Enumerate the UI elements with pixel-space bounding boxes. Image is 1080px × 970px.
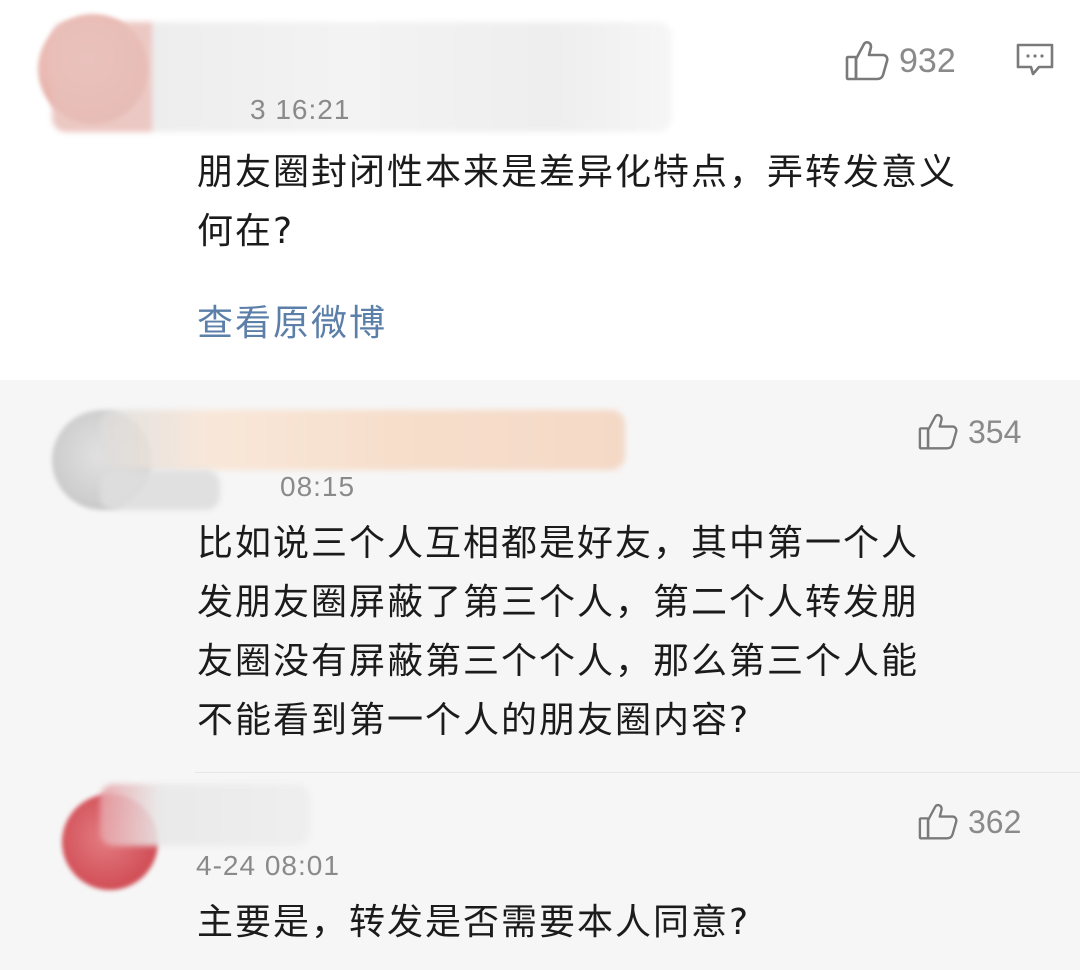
view-original-link[interactable]: 查看原微博 xyxy=(197,294,387,346)
content-line: 主要是，转发是否需要本人同意? xyxy=(197,902,751,943)
username-blurred[interactable] xyxy=(100,784,310,846)
content-line: 不能看到第一个人的朋友圈内容? xyxy=(197,700,751,741)
thumbs-up-icon xyxy=(918,413,958,450)
like-button[interactable]: 932 xyxy=(845,40,956,82)
reply-time: 08:15 xyxy=(280,471,356,502)
thumbs-up-icon xyxy=(845,41,889,81)
content-line: 何在? xyxy=(197,211,295,252)
comment-bubble-icon[interactable] xyxy=(1015,42,1055,82)
comment-time: 3 16:21 xyxy=(250,94,351,125)
like-count: 932 xyxy=(899,41,956,80)
username-blurred[interactable] xyxy=(52,22,672,132)
like-button[interactable]: 354 xyxy=(918,413,1021,451)
like-button[interactable]: 362 xyxy=(918,803,1021,841)
content-line: 友圈没有屏蔽第三个个人，那么第三个人能 xyxy=(197,641,920,682)
username-blurred[interactable] xyxy=(100,410,625,470)
reply-time: 4-24 08:01 xyxy=(196,850,340,881)
content-line: 发朋友圈屏蔽了第三个人，第二个人转发朋 xyxy=(197,582,920,623)
comment-content: 朋友圈封闭性本来是差异化特点，弄转发意义 何在? xyxy=(197,143,957,261)
like-count: 362 xyxy=(968,803,1022,840)
like-count: 354 xyxy=(968,413,1022,450)
reply-content: 主要是，转发是否需要本人同意? xyxy=(197,893,750,952)
content-line: 朋友圈封闭性本来是差异化特点，弄转发意义 xyxy=(197,152,958,193)
divider xyxy=(195,772,1080,773)
username-blurred[interactable] xyxy=(100,470,220,510)
content-line: 比如说三个人互相都是好友，其中第一个人 xyxy=(197,523,920,564)
reply-content: 比如说三个人互相都是好友，其中第一个人 发朋友圈屏蔽了第三个人，第二个人转发朋 … xyxy=(197,514,919,750)
thumbs-up-icon xyxy=(918,803,958,840)
replies-section: 08:15 354 比如说三个人互相都是好友，其中第一个人 发朋友圈屏蔽了第三个… xyxy=(0,380,1080,970)
main-comment: 3 16:21 932 朋友圈封闭性本来是差异化特点，弄转发意义 何在? 查看原… xyxy=(0,0,1080,380)
